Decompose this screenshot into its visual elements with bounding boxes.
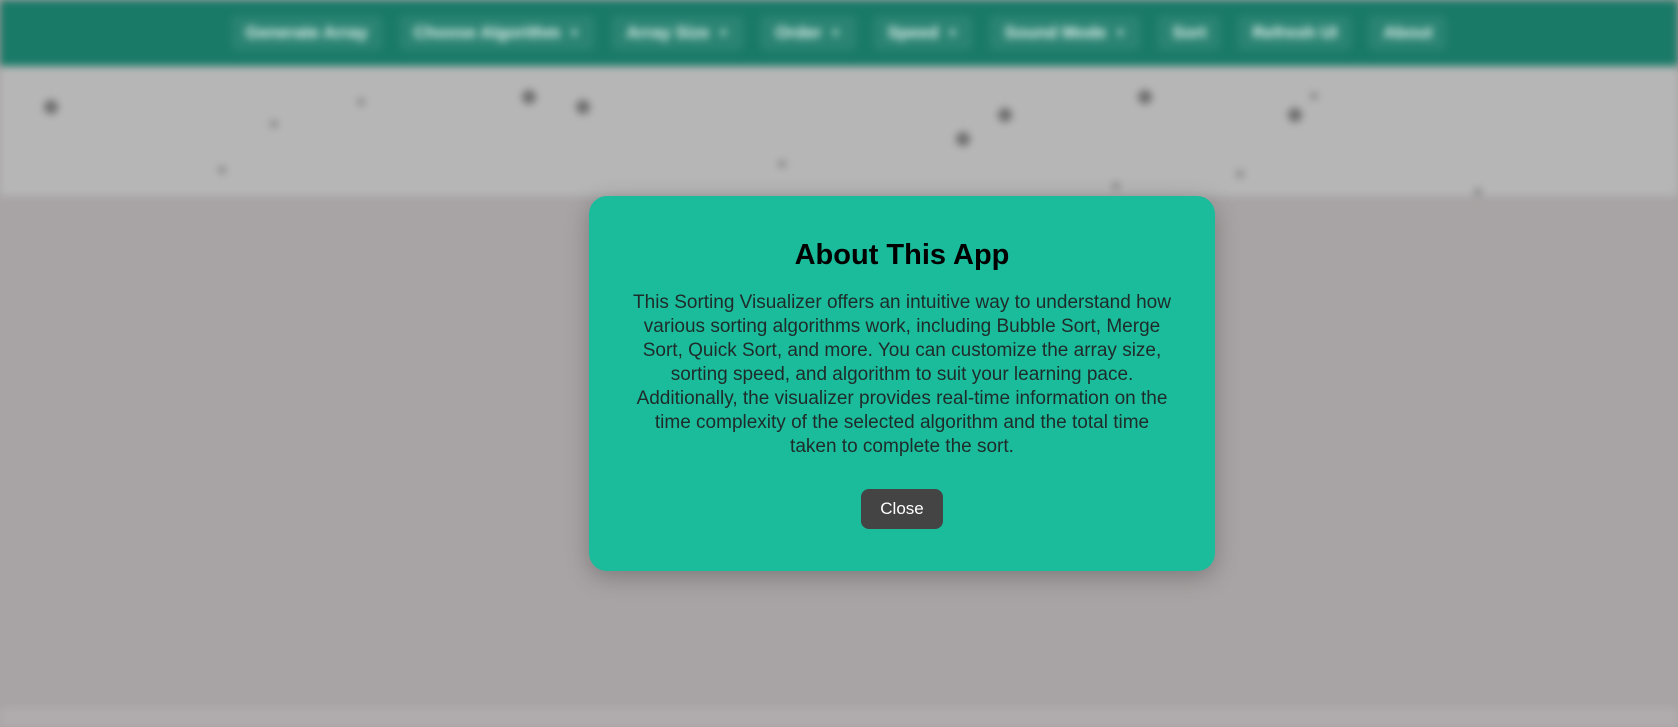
- nav-item-label: About: [1383, 23, 1433, 42]
- nav-sort[interactable]: Sort: [1158, 16, 1221, 50]
- nav-item-label: Speed: [887, 23, 939, 42]
- bubble-decoration: [778, 160, 786, 168]
- modal-title: About This App: [794, 239, 1010, 271]
- bubble-decoration: [576, 100, 590, 114]
- chevron-down-icon: ▼: [717, 26, 730, 40]
- nav-item-label: Refresh UI: [1252, 23, 1338, 42]
- bubble-decoration: [1236, 170, 1244, 178]
- page: Generate Array Choose Algorithm ▼ Array …: [0, 0, 1678, 727]
- chevron-down-icon: ▼: [1114, 26, 1127, 40]
- bubble-decoration: [956, 132, 970, 146]
- bubble-decoration: [1138, 90, 1152, 104]
- decorative-bubbles: [0, 66, 1678, 196]
- about-modal: About This App This Sorting Visualizer o…: [589, 196, 1215, 571]
- chevron-down-icon: ▼: [568, 26, 581, 40]
- bubble-decoration: [357, 98, 365, 106]
- nav-order[interactable]: Order ▼: [761, 16, 856, 50]
- nav-item-label: Order: [775, 23, 822, 42]
- nav-item-label: Array Size: [626, 23, 710, 42]
- bubble-decoration: [1310, 92, 1318, 100]
- nav-item-label: Sort: [1172, 23, 1207, 42]
- top-navbar: Generate Array Choose Algorithm ▼ Array …: [0, 0, 1678, 66]
- nav-sound-mode[interactable]: Sound Mode ▼: [990, 16, 1141, 50]
- nav-item-label: Generate Array: [245, 23, 368, 42]
- nav-generate-array[interactable]: Generate Array: [231, 16, 382, 50]
- bubble-decoration: [1288, 108, 1302, 122]
- bubble-decoration: [44, 100, 58, 114]
- nav-item-label: Sound Mode: [1004, 23, 1107, 42]
- nav-item-label: Choose Algorithm: [413, 23, 561, 42]
- nav-speed[interactable]: Speed ▼: [873, 16, 973, 50]
- bubble-decoration: [270, 120, 278, 128]
- nav-refresh-ui[interactable]: Refresh UI: [1238, 16, 1352, 50]
- nav-array-size[interactable]: Array Size ▼: [612, 16, 744, 50]
- chevron-down-icon: ▼: [946, 26, 959, 40]
- bubble-decoration: [1474, 188, 1482, 196]
- chevron-down-icon: ▼: [829, 26, 842, 40]
- bubble-decoration: [522, 90, 536, 104]
- nav-about[interactable]: About: [1369, 16, 1447, 50]
- bubble-decoration: [998, 108, 1012, 122]
- bottom-strip: [0, 708, 1678, 727]
- close-button[interactable]: Close: [861, 488, 943, 529]
- nav-choose-algorithm[interactable]: Choose Algorithm ▼: [399, 16, 595, 50]
- bubble-decoration: [1112, 182, 1120, 190]
- modal-description: This Sorting Visualizer offers an intuit…: [633, 291, 1171, 457]
- bubble-decoration: [218, 166, 226, 174]
